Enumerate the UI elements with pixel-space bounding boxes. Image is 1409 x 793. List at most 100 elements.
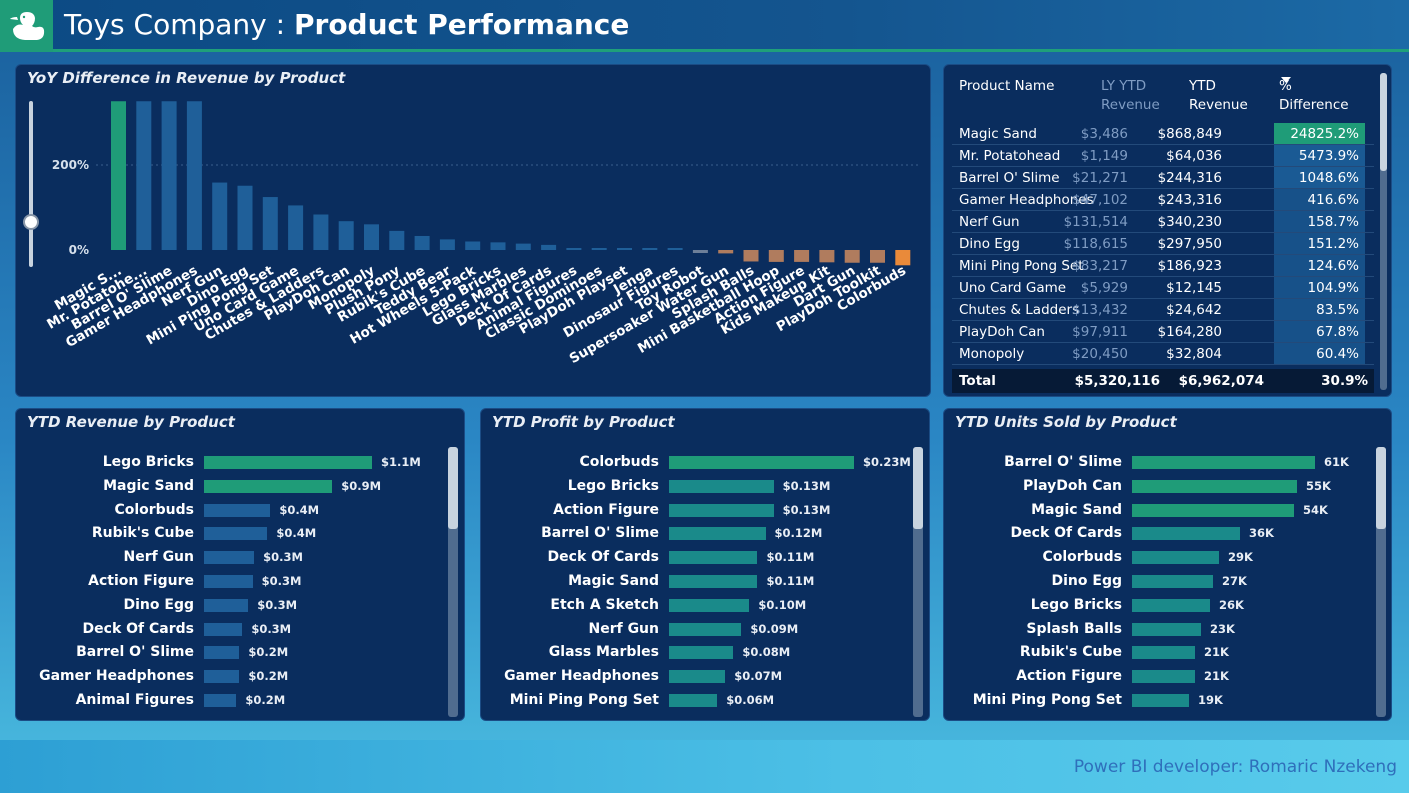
bar[interactable] (204, 598, 249, 612)
bar[interactable] (1132, 646, 1195, 660)
table-row[interactable]: Nerf Gun $131,514 $340,230 158.7% (952, 211, 1374, 233)
bar-category-label: Nerf Gun (123, 549, 194, 566)
yoy-bar[interactable] (692, 250, 708, 253)
bar[interactable] (669, 622, 742, 636)
cell-ytd-revenue: $186,923 (1157, 258, 1222, 274)
bar[interactable] (669, 575, 758, 588)
yoy-bar[interactable] (414, 235, 430, 250)
bar[interactable] (204, 503, 271, 517)
yoy-bar[interactable] (364, 224, 379, 250)
bar[interactable] (669, 527, 766, 541)
cell-pct-difference: 60.4% (1274, 343, 1365, 364)
yoy-bar[interactable] (541, 244, 557, 250)
yoy-bar-chart: 0%200%Magic S...Mr. Potatohe...Barrel O'… (44, 101, 921, 367)
yoy-bar[interactable] (186, 101, 202, 250)
yoy-bar[interactable] (591, 248, 607, 250)
bar[interactable] (669, 694, 718, 707)
bar[interactable] (204, 479, 333, 493)
yoy-bar[interactable] (515, 243, 531, 250)
page-title: Toys Company : Product Performance (64, 6, 629, 44)
bar[interactable] (669, 456, 854, 469)
yoy-bar[interactable] (338, 221, 354, 250)
yoy-bar[interactable] (262, 197, 278, 250)
sort-desc-icon[interactable] (1281, 77, 1291, 83)
bar[interactable] (204, 646, 240, 660)
yoy-bar[interactable] (667, 248, 683, 250)
yoy-bar[interactable] (161, 101, 177, 250)
bar[interactable] (669, 503, 774, 517)
yoy-bar[interactable] (439, 239, 455, 250)
table-row[interactable]: Dino Egg $118,615 $297,950 151.2% (952, 233, 1374, 255)
yoy-bar[interactable] (212, 182, 228, 250)
bar[interactable] (1132, 551, 1219, 565)
bar-value-label: $0.11M (766, 550, 815, 565)
bar[interactable] (1132, 622, 1201, 636)
bar[interactable] (204, 527, 268, 541)
revenue-scrollbar[interactable] (448, 447, 458, 717)
bar[interactable] (669, 670, 726, 684)
bar[interactable] (669, 646, 734, 660)
yoy-bar[interactable] (313, 214, 329, 250)
bar[interactable] (204, 575, 253, 588)
table-row[interactable]: Magic Sand $3,486 $868,849 24825.2% (952, 123, 1374, 145)
col-header-ly[interactable]: LY YTD Revenue (1101, 77, 1160, 115)
bar[interactable] (669, 551, 758, 565)
yoy-bar[interactable] (288, 205, 304, 250)
bar-category-label: Lego Bricks (1030, 596, 1122, 613)
yoy-bar[interactable] (490, 242, 506, 250)
table-row[interactable]: Monopoly $20,450 $32,804 60.4% (952, 343, 1374, 365)
table-header: Product Name LY YTD Revenue YTD Revenue … (952, 71, 1374, 123)
units-scrollbar-thumb[interactable] (1376, 447, 1386, 529)
yoy-bar[interactable] (844, 250, 860, 263)
revenue-scrollbar-thumb[interactable] (448, 447, 458, 529)
yoy-bar[interactable] (465, 241, 481, 251)
table-scrollbar-thumb[interactable] (1380, 73, 1387, 171)
table-row[interactable]: Chutes & Ladders $13,432 $24,642 83.5% (952, 299, 1374, 321)
yoy-bar[interactable] (642, 248, 658, 250)
yoy-bar[interactable] (566, 248, 582, 250)
bar[interactable] (1132, 598, 1210, 612)
yoy-bar[interactable] (111, 101, 126, 250)
profit-scrollbar[interactable] (913, 447, 923, 717)
table-row[interactable]: Uno Card Game $5,929 $12,145 104.9% (952, 277, 1374, 299)
table-row[interactable]: Gamer Headphones $47,102 $243,316 416.6% (952, 189, 1374, 211)
table-row[interactable]: Barrel O' Slime $21,271 $244,316 1048.6% (952, 167, 1374, 189)
yoy-bar[interactable] (718, 250, 734, 254)
bar[interactable] (1132, 575, 1213, 588)
bar[interactable] (1132, 479, 1297, 493)
table-row[interactable]: PlayDoh Can $97,911 $164,280 67.8% (952, 321, 1374, 343)
bar[interactable] (204, 551, 255, 565)
col-header-ytd[interactable]: YTD Revenue (1189, 77, 1248, 115)
bar-value-label: $0.2M (248, 669, 289, 684)
bar[interactable] (204, 670, 240, 684)
yoy-bar[interactable] (794, 250, 810, 262)
bar[interactable] (204, 694, 237, 707)
bar[interactable] (1132, 456, 1315, 469)
bar[interactable] (669, 479, 774, 493)
bar[interactable] (1132, 527, 1240, 541)
bar[interactable] (204, 456, 372, 469)
bar[interactable] (1132, 694, 1189, 707)
bar-value-label: 21K (1204, 645, 1229, 660)
yoy-bar[interactable] (136, 101, 152, 250)
table-row[interactable]: Mini Ping Pong Set $83,217 $186,923 124.6% (952, 255, 1374, 277)
bar[interactable] (204, 622, 243, 636)
yoy-bar[interactable] (743, 250, 759, 262)
yoy-bar[interactable] (768, 250, 784, 262)
bar[interactable] (1132, 503, 1294, 517)
units-scrollbar[interactable] (1376, 447, 1386, 717)
yoy-bar[interactable] (237, 185, 253, 250)
table-row[interactable]: Mr. Potatohead $1,149 $64,036 5473.9% (952, 145, 1374, 167)
profit-scrollbar-thumb[interactable] (913, 447, 923, 529)
yoy-bar[interactable] (870, 250, 885, 263)
table-scrollbar[interactable] (1380, 73, 1387, 390)
bar-category-label: Rubik's Cube (91, 525, 194, 542)
yoy-bar[interactable] (617, 248, 632, 250)
bar[interactable] (669, 598, 750, 612)
yoy-bar[interactable] (819, 250, 835, 263)
col-header-product[interactable]: Product Name (959, 77, 1054, 96)
yoy-bar[interactable] (389, 230, 405, 250)
bar[interactable] (1132, 670, 1195, 684)
bar-value-label: $0.09M (750, 621, 799, 636)
yoy-bar[interactable] (895, 250, 911, 266)
